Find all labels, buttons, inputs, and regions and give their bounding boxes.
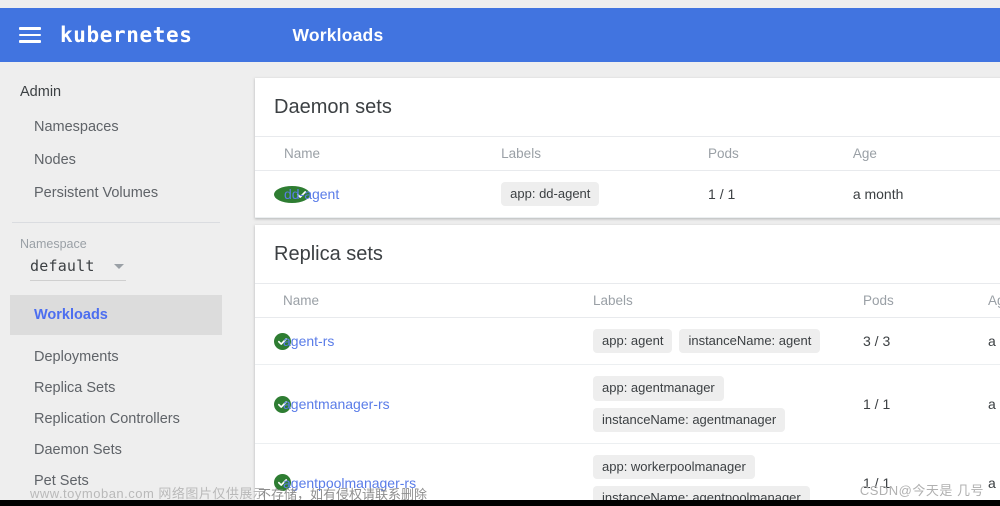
sidebar-item-label: Namespaces [34,118,119,135]
label-chip-group: app: workerpoolmanager instanceName: age… [593,454,863,506]
row-pods-cell: 1 / 1 [863,364,988,444]
chevron-down-icon [114,263,124,269]
row-age-cell: a m [988,364,1000,444]
column-name: Name [283,136,502,171]
column-age: Age [852,136,1000,171]
table-header-row: Name Labels Pods Age [255,136,1000,171]
row-status-cell [255,364,291,444]
column-status [255,283,283,318]
row-age-cell: a m [988,317,1000,366]
sidebar-workload-list: Deployments Replica Sets Replication Con… [0,341,232,496]
replica-sets-title: Replica sets [274,243,383,265]
brand-logo-text[interactable]: kubernetes [60,23,192,47]
label-chip: app: dd-agent [501,182,600,207]
sidebar-item-label: Persistent Volumes [34,184,159,201]
sidebar-item-label: Pet Sets [34,472,89,489]
label-chip: app: workerpoolmanager [593,454,755,479]
namespace-selected-value: default [30,257,95,275]
sidebar-item-label: Replica Sets [34,379,116,396]
label-chip: instanceName: agent [679,329,821,354]
kubernetes-dashboard: kubernetes Workloads Admin Namespaces No… [0,0,1000,506]
table-row[interactable]: agent-rs app: agent instanceName: agent … [255,317,1000,366]
sidebar-item-pet-sets[interactable]: Pet Sets [0,465,232,496]
daemon-sets-title: Daemon sets [274,96,392,118]
row-status-cell [255,170,310,219]
sidebar-item-label: Daemon Sets [34,441,122,458]
row-pods-cell: 1 / 1 [863,443,988,506]
row-labels-cell: app: agentmanager instanceName: agentman… [593,364,863,444]
label-chip: instanceName: agentmanager [593,407,786,432]
daemon-sets-table: Name Labels Pods Age dd-agent app: dd-ag… [255,136,1000,219]
table-row[interactable]: agentmanager-rs app: agentmanager instan… [255,364,1000,444]
row-name-cell: dd-agent [283,170,502,219]
row-status-cell [255,317,291,366]
sidebar-nav: Admin Namespaces Nodes Persistent Volume… [0,62,233,506]
row-labels-cell: app: workerpoolmanager instanceName: age… [593,443,863,506]
page-title: Workloads [292,24,384,45]
column-status [255,136,284,171]
label-chip: app: agent [593,329,673,354]
row-name-cell: agent-rs [283,317,593,366]
namespace-label: Namespace [20,237,87,251]
sidebar-item-label: Deployments [34,348,119,365]
sidebar-item-namespaces[interactable]: Namespaces [0,110,232,143]
sidebar-item-persistent-volumes[interactable]: Persistent Volumes [0,176,232,209]
sidebar-item-replica-sets[interactable]: Replica Sets [0,372,232,403]
sidebar-item-label: Nodes [34,151,76,168]
sidebar-item-daemon-sets[interactable]: Daemon Sets [0,434,232,465]
row-status-cell [255,443,291,506]
row-name-cell: agentpoolmanager-rs [283,443,593,506]
replicaset-link-agentmanager-rs[interactable]: agentmanager-rs [283,396,390,412]
namespace-select[interactable]: default [30,257,126,281]
table-row[interactable]: dd-agent app: dd-agent 1 / 1 a month [255,170,1000,219]
row-age-cell: a month [852,170,1000,219]
row-pods-cell: 3 / 3 [863,317,988,366]
column-pods: Pods [863,283,988,318]
replica-sets-card: Replica sets Name Labels Pods Ag [255,225,1000,506]
label-chip-group: app: agent instanceName: agent [593,329,863,354]
label-chip-group: app: dd-agent [501,182,708,207]
row-age-cell: a m [988,443,1000,506]
replicaset-link-agentpoolmanager-rs[interactable]: agentpoolmanager-rs [283,475,416,491]
column-pods: Pods [708,136,853,171]
sidebar-item-deployments[interactable]: Deployments [0,341,232,372]
top-strip [0,0,1000,8]
hamburger-icon[interactable] [19,27,41,43]
sidebar-item-workloads[interactable]: Workloads [10,295,222,335]
app-header: kubernetes Workloads [0,8,1000,62]
replicaset-link-agent-rs[interactable]: agent-rs [283,333,334,349]
daemonset-link-dd-agent[interactable]: dd-agent [284,186,339,202]
column-name: Name [283,283,593,318]
sidebar-item-label: Replication Controllers [34,410,180,427]
row-pods-cell: 1 / 1 [708,170,853,219]
column-age: Ag [988,283,1000,318]
label-chip: app: agentmanager [593,376,724,401]
sidebar-item-replication-controllers[interactable]: Replication Controllers [0,403,232,434]
bottom-bar [0,500,1000,506]
main-content: Daemon sets Name Labels Pods Age dd-agen… [232,62,1000,506]
table-header-row: Name Labels Pods Ag [255,283,1000,318]
row-labels-cell: app: agent instanceName: agent [593,317,863,366]
daemon-sets-card: Daemon sets Name Labels Pods Age dd-agen… [255,78,1000,219]
column-labels: Labels [593,283,863,318]
table-row[interactable]: agentpoolmanager-rs app: workerpoolmanag… [255,443,1000,506]
label-chip-group: app: agentmanager instanceName: agentman… [593,376,863,432]
column-labels: Labels [501,136,709,171]
sidebar-section-admin: Admin [20,84,62,100]
row-name-cell: agentmanager-rs [283,364,593,444]
row-labels-cell: app: dd-agent [501,170,709,219]
sidebar-item-nodes[interactable]: Nodes [0,143,232,176]
replica-sets-table: Name Labels Pods Ag agen [255,283,1000,506]
sidebar-item-label: Workloads [34,307,108,323]
